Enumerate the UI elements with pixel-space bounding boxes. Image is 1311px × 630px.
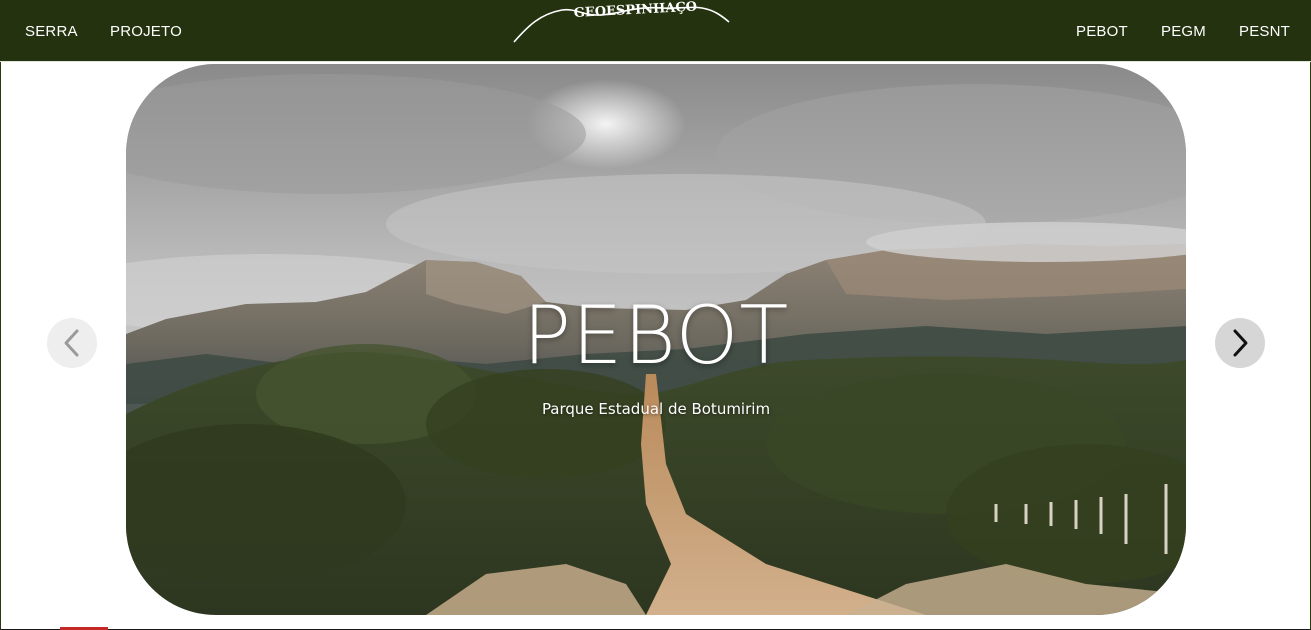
svg-text:GEOESPINHAÇO: GEOESPINHAÇO [573,0,697,21]
nav-link-pegm[interactable]: PEGM [1161,23,1206,40]
top-navbar: SERRA PROJETO GEOESPINHAÇO PEBOT PEGM PE… [0,0,1311,62]
site-logo[interactable]: GEOESPINHAÇO [510,0,735,46]
nav-link-pesnt[interactable]: PESNT [1239,23,1290,40]
carousel-next-button[interactable] [1215,318,1265,368]
slide-title: PEBOT [522,289,790,382]
carousel-prev-button[interactable] [47,318,97,368]
chevron-left-icon [64,329,79,357]
slide-subtitle: Parque Estadual de Botumirim [541,400,771,418]
nav-link-projeto[interactable]: PROJETO [110,23,182,40]
hero-carousel: PEBOT Parque Estadual de Botumirim [126,64,1186,615]
logo-mountain-icon: GEOESPINHAÇO [513,0,730,43]
nav-link-serra[interactable]: SERRA [25,23,78,40]
nav-link-pebot[interactable]: PEBOT [1076,23,1128,40]
chevron-right-icon [1233,329,1248,357]
